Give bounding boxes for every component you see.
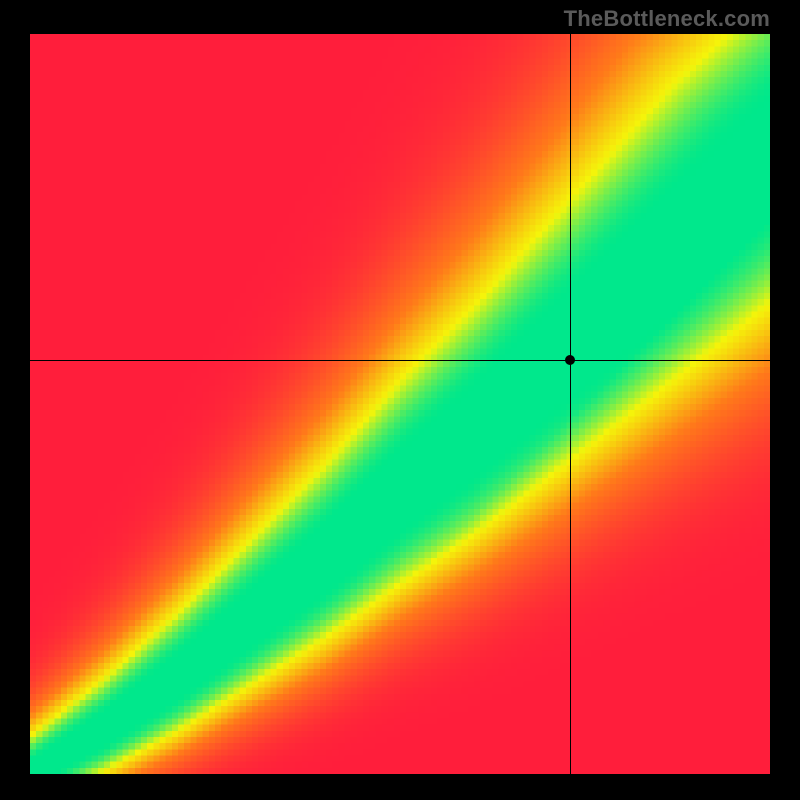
crosshair-vertical <box>570 34 571 774</box>
plot-area <box>30 34 770 774</box>
attribution-text: TheBottleneck.com <box>564 6 770 32</box>
crosshair-horizontal <box>30 360 770 361</box>
chart-frame: TheBottleneck.com <box>0 0 800 800</box>
marker-dot <box>565 355 575 365</box>
heatmap-canvas <box>30 34 770 774</box>
